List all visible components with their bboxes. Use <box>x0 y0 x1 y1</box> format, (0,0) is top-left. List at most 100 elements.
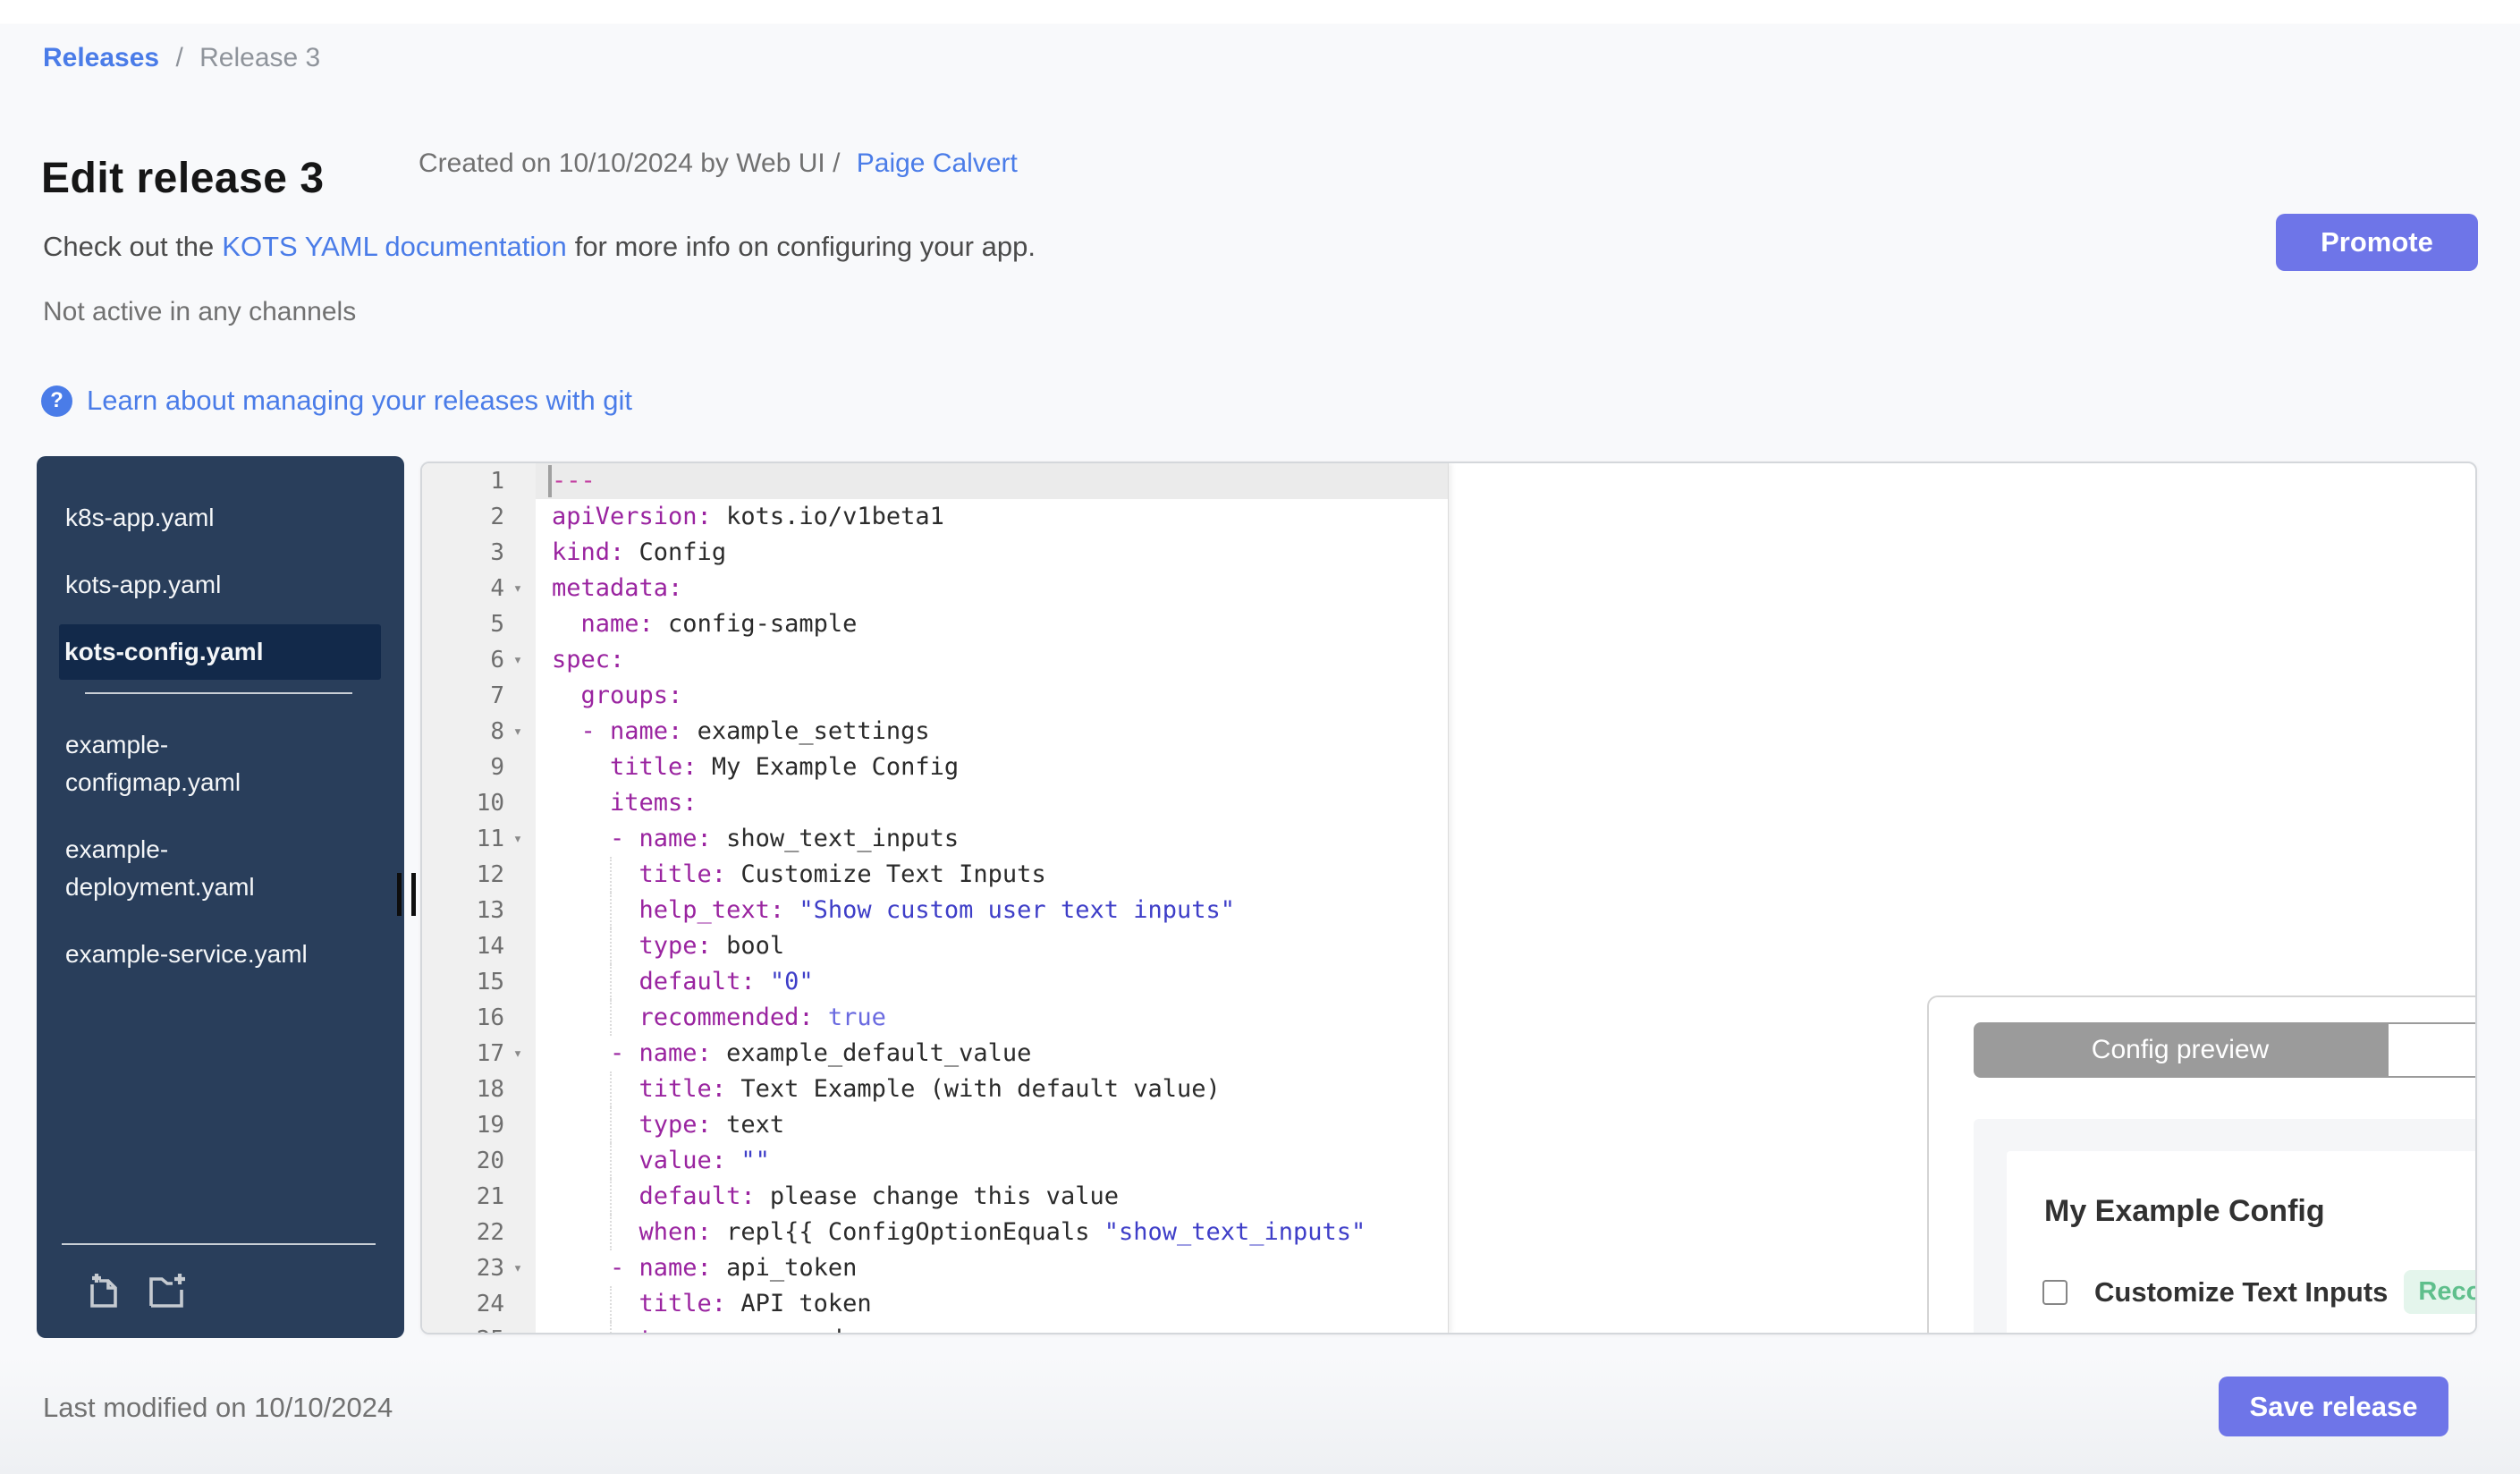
editor-line[interactable]: value: "" <box>536 1143 1448 1179</box>
yaml-editor[interactable]: 1 2 3 4 ▾ 5 6 ▾ 7 8 ▾ 9 10 11 ▾ 12 13 14 15 16 17 ▾ 18 19 20 21 22… <box>422 463 1449 1333</box>
editor-line[interactable]: when: repl{{ ConfigOptionEquals "show_te… <box>536 1215 1448 1250</box>
breadcrumb-current: Release 3 <box>199 43 321 72</box>
editor-line[interactable]: recommended: true <box>536 1000 1448 1036</box>
line-number: 18 <box>476 1076 504 1103</box>
editor-line[interactable]: title: API token <box>536 1286 1448 1322</box>
indent-guide <box>610 893 613 928</box>
line-number: 4 <box>490 575 504 602</box>
breadcrumb: Releases / Release 3 <box>43 43 320 73</box>
editor-line[interactable]: - name: show_text_inputs <box>536 821 1448 857</box>
file-item[interactable]: kots-config.yaml <box>59 624 381 680</box>
file-tree-sidebar: k8s-app.yaml kots-app.yaml kots-config.yam… <box>37 456 404 1338</box>
line-number: 21 <box>476 1183 504 1210</box>
editor-line[interactable]: type: password <box>536 1322 1448 1333</box>
save-release-button[interactable]: Save release <box>2219 1377 2448 1436</box>
file-item[interactable]: example-service.yaml <box>60 927 323 982</box>
editor-line[interactable]: default: "0" <box>536 964 1448 1000</box>
line-number: 24 <box>476 1291 504 1317</box>
editor-line[interactable]: type: bool <box>536 928 1448 964</box>
config-item-row: Customize Text Inputs Recommended <box>2042 1270 2475 1314</box>
file-item[interactable]: k8s-app.yaml <box>60 490 323 546</box>
indent-guide <box>610 1143 613 1179</box>
editor-line[interactable]: - name: api_token <box>536 1250 1448 1286</box>
sidebar-resize-handle[interactable] <box>397 873 420 916</box>
editor-line[interactable]: default: please change this value <box>536 1179 1448 1215</box>
file-item[interactable]: example-deployment.yaml <box>60 822 323 915</box>
line-number: 5 <box>490 611 504 638</box>
editor-line[interactable]: name: config-sample <box>536 606 1448 642</box>
indent-guide <box>610 1072 613 1107</box>
preview-tab-bar: Config preview Config help <box>1974 1022 2475 1078</box>
line-number: 8 <box>490 718 504 745</box>
editor-line[interactable]: items: <box>536 785 1448 821</box>
line-number: 19 <box>476 1112 504 1139</box>
help-icon: ? <box>41 385 72 417</box>
line-number: 1 <box>490 468 504 495</box>
created-line: Created on 10/10/2024 by Web UI / Paige … <box>419 148 1018 179</box>
tab-config-help[interactable]: Config help <box>2387 1022 2475 1078</box>
editor-line[interactable]: spec: <box>536 642 1448 678</box>
indent-guide <box>610 1215 613 1250</box>
editor-line[interactable]: help_text: "Show custom user text inputs… <box>536 893 1448 928</box>
fold-arrow-icon[interactable]: ▾ <box>504 651 531 669</box>
editor-line[interactable]: apiVersion: kots.io/v1beta1 <box>536 499 1448 535</box>
file-list-divider <box>85 692 352 694</box>
fold-arrow-icon[interactable]: ▾ <box>504 580 531 597</box>
docs-line: Check out the KOTS YAML documentation for … <box>43 231 1036 263</box>
tab-config-preview[interactable]: Config preview <box>1974 1022 2387 1078</box>
line-number: 22 <box>476 1219 504 1246</box>
editor-line[interactable]: type: text <box>536 1107 1448 1143</box>
indent-guide <box>610 1107 613 1143</box>
new-file-icon[interactable] <box>81 1268 124 1311</box>
author-link[interactable]: Paige Calvert <box>857 148 1018 178</box>
file-item[interactable]: kots-app.yaml <box>60 557 323 613</box>
editor-line[interactable]: title: Customize Text Inputs <box>536 857 1448 893</box>
line-number: 10 <box>476 790 504 817</box>
indent-guide <box>610 1179 613 1215</box>
new-folder-icon[interactable] <box>146 1268 189 1311</box>
indent-guide <box>610 964 613 1000</box>
page-title: Edit release 3 <box>41 155 325 203</box>
channel-status: Not active in any channels <box>43 297 357 326</box>
line-number: 23 <box>476 1255 504 1282</box>
fold-arrow-icon[interactable]: ▾ <box>504 830 531 848</box>
git-help-row[interactable]: ? Learn about managing your releases wit… <box>41 385 632 417</box>
promote-button[interactable]: Promote <box>2276 214 2478 271</box>
fold-arrow-icon[interactable]: ▾ <box>504 1259 531 1277</box>
editor-gutter: 1 2 3 4 ▾ 5 6 ▾ 7 8 ▾ 9 10 11 ▾ 12 13 14 15 16 17 ▾ 18 19 20 21 22… <box>422 463 536 1333</box>
fold-arrow-icon[interactable]: ▾ <box>504 723 531 741</box>
config-card: My Example Config Customize Text Inputs … <box>2007 1151 2475 1333</box>
config-preview-panel: Config preview Config help My Example Co… <box>1927 995 2475 1333</box>
editor-line[interactable]: title: Text Example (with default value) <box>536 1072 1448 1107</box>
editor-line[interactable]: --- <box>536 463 1448 499</box>
line-number: 13 <box>476 897 504 924</box>
editor-line[interactable]: metadata: <box>536 571 1448 606</box>
editor-card: 1 2 3 4 ▾ 5 6 ▾ 7 8 ▾ 9 10 11 ▾ 12 13 14 15 16 17 ▾ 18 19 20 21 22… <box>420 462 2477 1334</box>
git-releases-link[interactable]: Learn about managing your releases with … <box>87 385 632 417</box>
line-number: 17 <box>476 1040 504 1067</box>
editor-line[interactable]: - name: example_settings <box>536 714 1448 750</box>
line-number: 3 <box>490 539 504 566</box>
line-number: 20 <box>476 1148 504 1174</box>
breadcrumb-separator: / <box>175 43 183 72</box>
kots-yaml-docs-link[interactable]: KOTS YAML documentation <box>222 231 566 262</box>
line-number: 11 <box>476 826 504 852</box>
customize-text-inputs-checkbox[interactable] <box>2042 1279 2068 1305</box>
line-number: 7 <box>490 682 504 709</box>
editor-code-area[interactable]: --- apiVersion: kots.io/v1beta1 kind: Conf… <box>536 463 1448 1333</box>
editor-line[interactable]: kind: Config <box>536 535 1448 571</box>
indent-guide <box>610 928 613 964</box>
config-item-label: Customize Text Inputs <box>2094 1275 2389 1308</box>
line-number: 25 <box>422 1326 504 1333</box>
fold-arrow-icon[interactable]: ▾ <box>504 1045 531 1063</box>
indent-guide <box>610 1286 613 1322</box>
config-item-help-text: Show custom user text inputs <box>2094 1328 2475 1333</box>
docs-prefix: Check out the <box>43 231 215 262</box>
editor-line[interactable]: - name: example_default_value <box>536 1036 1448 1072</box>
editor-line[interactable]: title: My Example Config <box>536 750 1448 785</box>
created-text: Created on 10/10/2024 by Web UI / <box>419 148 841 178</box>
config-group-title: My Example Config <box>2044 1194 2325 1228</box>
editor-line[interactable]: groups: <box>536 678 1448 714</box>
file-item[interactable]: example-configmap.yaml <box>60 717 323 810</box>
breadcrumb-releases-link[interactable]: Releases <box>43 43 159 72</box>
